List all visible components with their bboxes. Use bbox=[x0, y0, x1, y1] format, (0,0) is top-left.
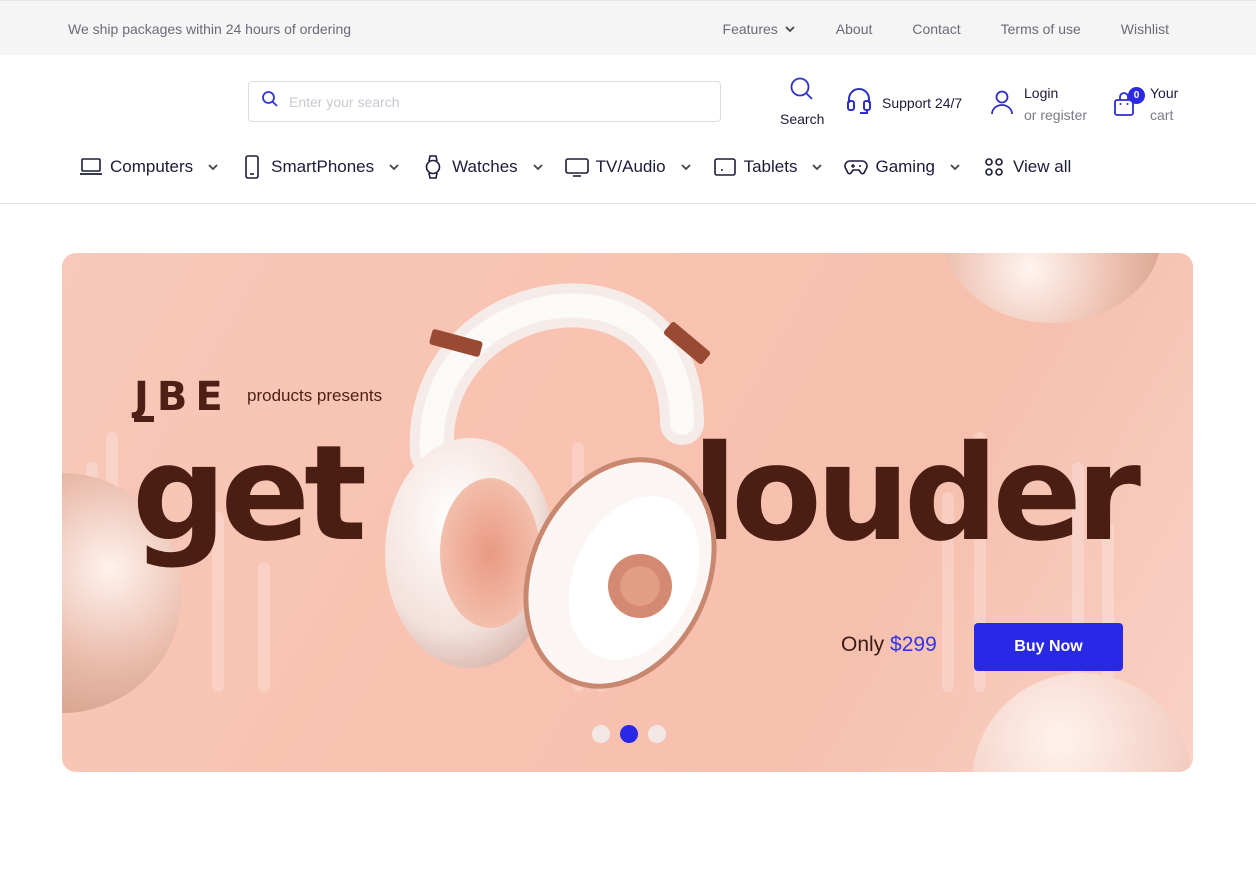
support-link[interactable]: Support 24/7 bbox=[846, 86, 962, 119]
category-view-all[interactable]: View all bbox=[981, 154, 1071, 180]
carousel-dot-2[interactable] bbox=[620, 725, 638, 743]
jbe-logo: JBE bbox=[134, 374, 231, 422]
laptop-icon bbox=[78, 154, 104, 180]
search-icon bbox=[789, 76, 815, 105]
cart-button[interactable]: 0 Your cart bbox=[1112, 82, 1178, 126]
cart-count-badge: 0 bbox=[1128, 87, 1145, 104]
header-divider bbox=[0, 203, 1256, 204]
category-watches[interactable]: Watches bbox=[420, 154, 544, 180]
price-amount: $299 bbox=[890, 633, 937, 656]
tablet-icon bbox=[712, 154, 738, 180]
carousel-dot-3[interactable] bbox=[648, 725, 666, 743]
top-links: Features About Contact Terms of use Wish… bbox=[723, 21, 1169, 37]
category-smartphones[interactable]: SmartPhones bbox=[239, 154, 400, 180]
features-link[interactable]: Features bbox=[723, 21, 796, 37]
category-gaming[interactable]: Gaming bbox=[843, 154, 961, 180]
price-prefix: Only bbox=[841, 633, 885, 656]
about-link[interactable]: About bbox=[836, 21, 873, 37]
cart-sub-label: cart bbox=[1150, 107, 1174, 123]
search-label: Search bbox=[780, 111, 825, 127]
cart-label: Your bbox=[1150, 85, 1179, 101]
chevron-down-icon bbox=[680, 161, 692, 173]
login-label: Login bbox=[1024, 85, 1059, 101]
chevron-down-icon bbox=[388, 161, 400, 173]
search-box bbox=[248, 81, 721, 122]
headset-icon bbox=[846, 86, 872, 119]
contact-link[interactable]: Contact bbox=[912, 21, 960, 37]
shipping-note: We ship packages within 24 hours of orde… bbox=[68, 21, 352, 37]
carousel-dot-1[interactable] bbox=[592, 725, 610, 743]
headline-louder: louder bbox=[692, 417, 1141, 571]
smartphone-icon bbox=[239, 154, 265, 180]
login-link[interactable]: Login or register bbox=[990, 82, 1087, 126]
decorative-sphere-top-right bbox=[942, 253, 1162, 323]
headphones-image bbox=[385, 283, 717, 689]
search-button[interactable]: Search bbox=[780, 76, 824, 127]
register-label: or register bbox=[1024, 107, 1088, 123]
chevron-down-icon bbox=[811, 161, 823, 173]
watch-icon bbox=[420, 154, 446, 180]
category-nav: Computers SmartPhones Watches TV/Audio T… bbox=[78, 154, 1071, 180]
top-info-bar: We ship packages within 24 hours of orde… bbox=[0, 0, 1256, 55]
user-icon bbox=[990, 89, 1014, 120]
chevron-down-icon bbox=[207, 161, 219, 173]
category-tablets[interactable]: Tablets bbox=[712, 154, 824, 180]
search-icon bbox=[261, 90, 279, 113]
category-computers[interactable]: Computers bbox=[78, 154, 219, 180]
tv-icon bbox=[564, 154, 590, 180]
gamepad-icon bbox=[843, 154, 869, 180]
terms-link[interactable]: Terms of use bbox=[1001, 21, 1081, 37]
carousel-dots bbox=[592, 725, 666, 743]
login-text: Login or register bbox=[1024, 82, 1087, 126]
headline-get: get bbox=[132, 417, 367, 571]
chevron-down-icon bbox=[532, 161, 544, 173]
grid-dots-icon bbox=[981, 154, 1007, 180]
support-label: Support 24/7 bbox=[882, 94, 963, 111]
chevron-down-icon bbox=[949, 161, 961, 173]
chevron-down-icon bbox=[784, 23, 796, 35]
decorative-sphere-bottom-right bbox=[972, 673, 1192, 772]
search-input[interactable] bbox=[289, 93, 689, 110]
hero-banner: JBE products presents get louder Only $2… bbox=[62, 253, 1193, 772]
shopping-bag-icon: 0 bbox=[1112, 87, 1145, 117]
buy-now-button[interactable]: Buy Now bbox=[974, 623, 1123, 671]
cart-text: Your cart bbox=[1150, 82, 1178, 126]
wishlist-link[interactable]: Wishlist bbox=[1121, 21, 1169, 37]
price-tag: Only $299 bbox=[841, 633, 937, 657]
category-tv-audio[interactable]: TV/Audio bbox=[564, 154, 692, 180]
